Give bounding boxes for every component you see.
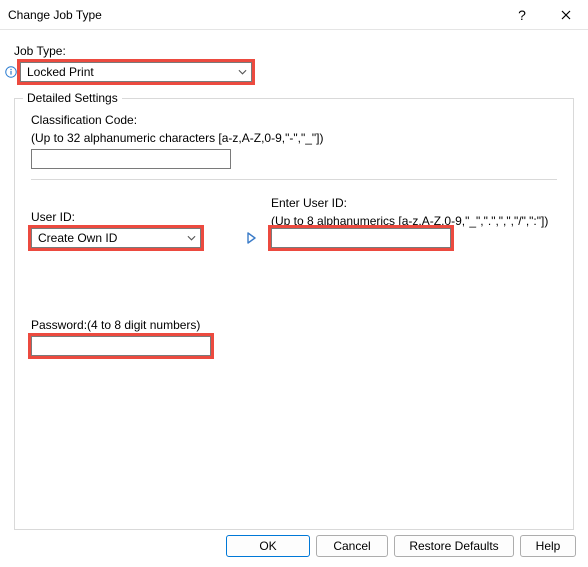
dialog-footer: OK Cancel Restore Defaults Help [0, 535, 588, 557]
separator [31, 179, 557, 180]
userid-row: User ID: Create Own ID Enter User ID: (U… [31, 196, 557, 248]
password-label: Password:(4 to 8 digit numbers) [31, 318, 557, 332]
titlebar: Change Job Type ? [0, 0, 588, 30]
detailed-settings-legend: Detailed Settings [23, 91, 122, 105]
jobtype-select[interactable]: Locked Print [20, 62, 252, 82]
classification-input[interactable] [31, 149, 231, 169]
help-button[interactable]: ? [500, 0, 544, 30]
dialog-content: Job Type: Locked Print Detailed Settings… [0, 30, 588, 538]
window-title: Change Job Type [8, 8, 500, 22]
jobtype-row: Locked Print [14, 62, 574, 82]
password-block: Password:(4 to 8 digit numbers) [31, 318, 557, 356]
triangle-right-icon [246, 232, 256, 244]
enter-userid-hint: (Up to 8 alphanumerics [a-z,A-Z,0-9,"_",… [271, 214, 557, 228]
password-input[interactable] [31, 336, 211, 356]
classification-label: Classification Code: [31, 113, 557, 127]
chevron-down-icon [187, 234, 196, 243]
enter-userid-col: Enter User ID: (Up to 8 alphanumerics [a… [271, 196, 557, 248]
userid-col: User ID: Create Own ID [31, 196, 231, 248]
classification-block: Classification Code: (Up to 32 alphanume… [31, 113, 557, 169]
userid-select-value: Create Own ID [38, 231, 117, 245]
close-icon [561, 10, 571, 20]
arrow-col [231, 228, 271, 248]
help-button-footer[interactable]: Help [520, 535, 576, 557]
enter-userid-label: Enter User ID: [271, 196, 557, 210]
close-button[interactable] [544, 0, 588, 30]
jobtype-select-value: Locked Print [27, 65, 94, 79]
ok-button[interactable]: OK [226, 535, 310, 557]
restore-defaults-button[interactable]: Restore Defaults [394, 535, 514, 557]
info-icon [4, 65, 18, 79]
enter-userid-input[interactable] [271, 228, 451, 248]
userid-label: User ID: [31, 210, 231, 224]
userid-select[interactable]: Create Own ID [31, 228, 201, 248]
jobtype-label: Job Type: [14, 44, 574, 58]
chevron-down-icon [238, 68, 247, 77]
cancel-button[interactable]: Cancel [316, 535, 388, 557]
detailed-settings-group: Detailed Settings Classification Code: (… [14, 98, 574, 530]
classification-hint: (Up to 32 alphanumeric characters [a-z,A… [31, 131, 557, 145]
